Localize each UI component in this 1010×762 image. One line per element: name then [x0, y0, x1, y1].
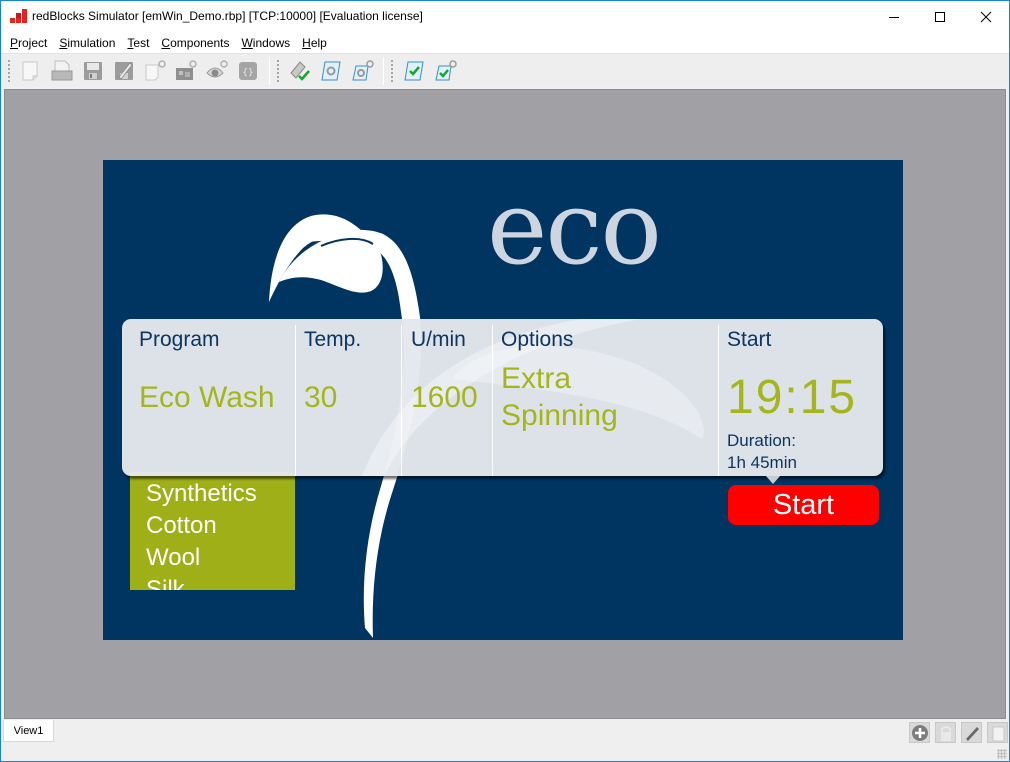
save-as-icon: [115, 61, 133, 80]
save-as-button[interactable]: [110, 57, 138, 85]
settings-panel: Program Eco Wash Temp. 30 U/min 1600 Opt…: [122, 319, 883, 476]
column-divider: [295, 325, 296, 476]
column-divider: [492, 325, 493, 476]
new-component-icon: [145, 59, 166, 80]
minimize-button[interactable]: [871, 1, 917, 32]
program-option-synthetics[interactable]: Synthetics: [146, 482, 257, 506]
menu-label: elp: [310, 35, 327, 50]
new-component-button[interactable]: [141, 57, 169, 85]
menu-accel: P: [10, 35, 19, 50]
lock-view-button[interactable]: [935, 722, 956, 743]
bottom-bar: View1: [1, 719, 1009, 761]
build-check-button[interactable]: [286, 57, 314, 85]
toolbar-separator: [383, 56, 384, 85]
test-check-tools-button[interactable]: [431, 57, 459, 85]
delete-view-button[interactable]: [987, 722, 1008, 743]
delete-icon: [992, 726, 1004, 741]
window-title: redBlocks Simulator [emWin_Demo.rbp] [TC…: [32, 9, 423, 23]
save-button[interactable]: [79, 57, 107, 85]
resize-grip[interactable]: [997, 749, 1007, 759]
add-view-button[interactable]: [909, 722, 930, 743]
lock-icon: [940, 725, 951, 741]
title-bar: redBlocks Simulator [emWin_Demo.rbp] [TC…: [1, 1, 1009, 32]
hardware-config-button[interactable]: [172, 57, 200, 85]
menu-simulation[interactable]: Simulation: [53, 34, 121, 52]
panel-pointer: [766, 476, 780, 484]
temp-label: Temp.: [304, 328, 362, 351]
maximize-icon: [935, 11, 945, 22]
menu-project[interactable]: Project: [4, 34, 53, 52]
start-label: Start: [727, 328, 772, 351]
options-value-line2[interactable]: Spinning: [501, 401, 618, 431]
toolbar-separator: [269, 56, 270, 85]
program-value[interactable]: Eco Wash: [139, 383, 275, 413]
options-value-line1[interactable]: Extra: [501, 364, 571, 394]
start-button[interactable]: Start: [728, 485, 879, 525]
eco-logo: eco: [487, 169, 662, 288]
view-config-icon: [206, 59, 228, 77]
redblocks-logo-icon: [10, 9, 27, 23]
edit-view-button[interactable]: [961, 722, 982, 743]
toolbar: {}: [1, 53, 1009, 87]
menu-accel: H: [302, 35, 311, 50]
test-check-tools-icon: [435, 59, 457, 80]
settings-scroll-tools-button[interactable]: [348, 57, 376, 85]
duration-value: 1h 45min: [727, 453, 797, 472]
menu-help[interactable]: Help: [296, 34, 333, 52]
start-time-value[interactable]: 19:15: [727, 374, 857, 422]
menu-windows[interactable]: Windows: [235, 34, 296, 52]
toolbar-grip[interactable]: [276, 58, 280, 83]
column-divider: [401, 325, 402, 476]
test-check-icon: [404, 61, 424, 80]
menu-label: est: [133, 35, 150, 50]
open-project-button[interactable]: [48, 57, 76, 85]
menu-test[interactable]: Test: [121, 34, 155, 52]
settings-scroll-tools-icon: [352, 59, 374, 80]
hardware-config-icon: [176, 59, 197, 80]
options-label: Options: [501, 328, 574, 351]
save-icon: [84, 61, 102, 80]
add-icon: [911, 724, 928, 741]
view-config-button[interactable]: [203, 57, 231, 85]
new-project-icon: [22, 61, 38, 80]
menu-label: roject: [18, 35, 48, 50]
menu-label: indows: [252, 35, 291, 50]
test-check-button[interactable]: [400, 57, 428, 85]
program-dropdown-list[interactable]: Synthetics Cotton Wool Silk: [130, 472, 295, 590]
toolbar-grip[interactable]: [7, 58, 11, 83]
rpm-label: U/min: [411, 328, 466, 351]
script-icon: {}: [239, 61, 257, 80]
program-option-wool[interactable]: Wool: [146, 546, 200, 570]
temp-value[interactable]: 30: [304, 383, 337, 413]
program-label: Program: [139, 328, 220, 351]
program-option-silk[interactable]: Silk: [146, 578, 185, 591]
settings-scroll-icon: [321, 61, 341, 80]
close-button[interactable]: [963, 1, 1009, 32]
svg-text:{}: {}: [242, 68, 253, 78]
menu-components[interactable]: Components: [155, 34, 235, 52]
column-divider: [718, 325, 719, 476]
device-display: eco Synthetics Cotton Wool Silk Program …: [103, 160, 903, 640]
maximize-button[interactable]: [917, 1, 963, 32]
script-button[interactable]: {}: [234, 57, 262, 85]
close-icon: [980, 11, 992, 22]
open-project-icon: [51, 60, 73, 80]
duration-label: Duration:: [727, 431, 796, 450]
menu-label: imulation: [67, 35, 116, 50]
menu-accel: W: [241, 35, 253, 50]
simulation-canvas: eco Synthetics Cotton Wool Silk Program …: [4, 89, 1006, 719]
pencil-icon: [965, 726, 979, 741]
tab-view1[interactable]: View1: [3, 720, 54, 742]
rpm-value[interactable]: 1600: [411, 383, 478, 413]
new-project-button[interactable]: [17, 57, 45, 85]
toolbar-grip[interactable]: [390, 58, 394, 83]
program-option-cotton[interactable]: Cotton: [146, 514, 217, 538]
build-check-icon: [290, 60, 310, 81]
menu-label: omponents: [170, 35, 230, 50]
menu-bar: Project Simulation Test Components Windo…: [1, 32, 1009, 53]
app-window: redBlocks Simulator [emWin_Demo.rbp] [TC…: [0, 0, 1010, 762]
settings-scroll-button[interactable]: [317, 57, 345, 85]
minimize-icon: [889, 16, 899, 18]
menu-accel: C: [161, 35, 171, 50]
